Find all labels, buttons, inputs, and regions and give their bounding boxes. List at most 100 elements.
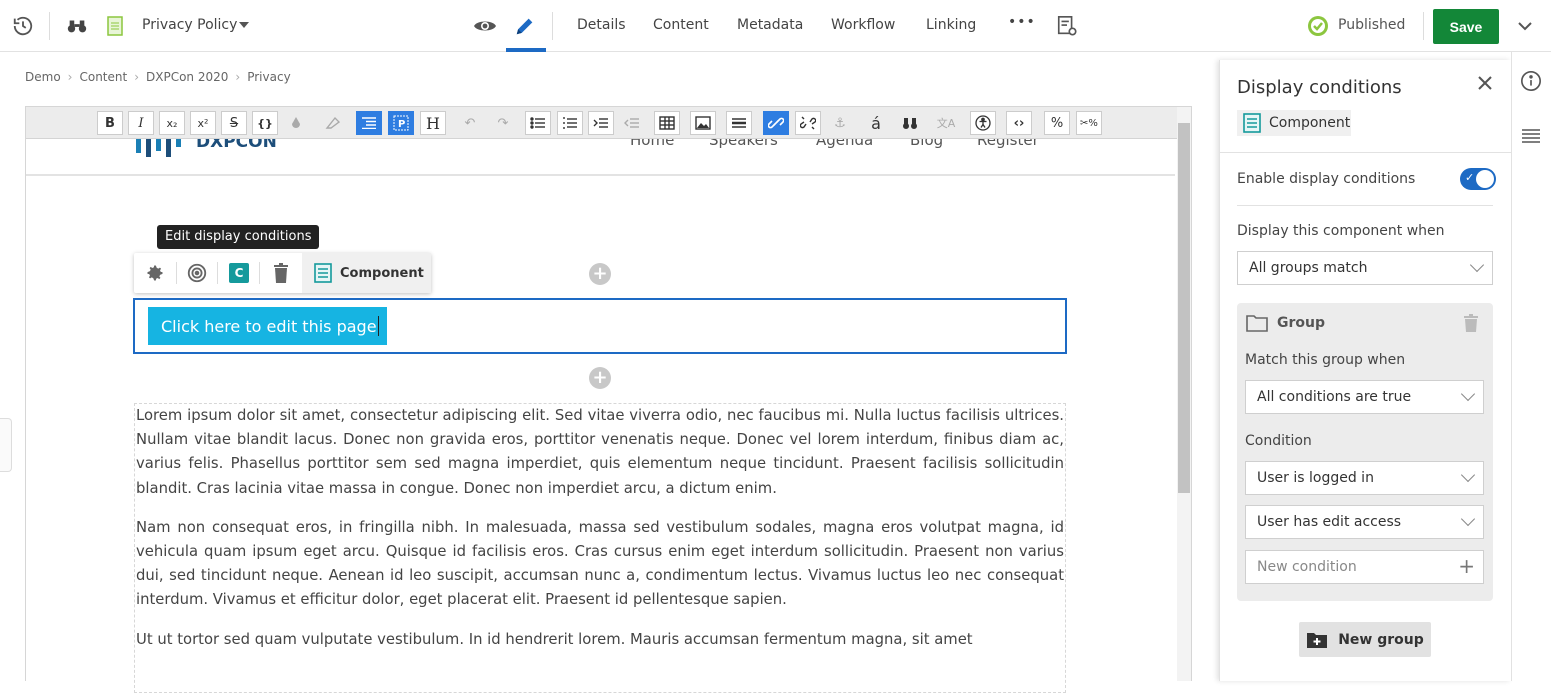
tab-linking[interactable]: Linking: [926, 17, 976, 33]
component-badge[interactable]: C: [227, 261, 251, 285]
anchor-icon[interactable]: ⚓: [827, 111, 853, 135]
editor-scrollbar-thumb[interactable]: [1178, 123, 1190, 493]
horizontal-rule-icon[interactable]: [726, 111, 752, 135]
clear-format-icon[interactable]: [320, 111, 346, 135]
page-settings-icon[interactable]: [1055, 14, 1079, 38]
percent-button[interactable]: %: [1044, 111, 1070, 135]
component-label[interactable]: Component: [302, 253, 431, 293]
subscript-button[interactable]: x₂: [159, 111, 185, 135]
site-nav-item[interactable]: Speakers: [709, 139, 778, 149]
add-component-icon[interactable]: +: [589, 367, 611, 389]
delete-group-icon[interactable]: [1464, 314, 1478, 336]
edit-pencil-icon[interactable]: [513, 14, 537, 38]
breadcrumb-item[interactable]: DXPCon 2020: [146, 70, 228, 84]
superscript-button[interactable]: x²: [190, 111, 216, 135]
indent-icon[interactable]: [588, 111, 614, 135]
new-group-button[interactable]: New group: [1299, 622, 1431, 657]
cta-button-label: Click here to edit this page: [161, 316, 377, 336]
enable-display-conditions-label: Enable display conditions: [1237, 171, 1416, 187]
tooltip: Edit display conditions: [157, 225, 320, 249]
chevron-down-icon: [1460, 386, 1476, 402]
info-icon[interactable]: [1520, 70, 1542, 96]
code-button[interactable]: {}: [252, 111, 278, 135]
component-doc-icon: [1243, 113, 1261, 133]
tab-content[interactable]: Content: [653, 17, 709, 33]
site-nav-item[interactable]: Register: [977, 139, 1039, 149]
folder-icon: [1246, 314, 1268, 336]
divider: [217, 262, 218, 284]
binoculars-icon[interactable]: [65, 14, 89, 38]
site-logo: DXPCON: [136, 139, 277, 159]
new-condition-input[interactable]: New condition +: [1245, 550, 1484, 584]
cut-percent-button[interactable]: ✂%: [1076, 111, 1102, 135]
list-icon[interactable]: [1521, 128, 1541, 148]
close-icon[interactable]: [1476, 74, 1496, 94]
tab-workflow[interactable]: Workflow: [831, 17, 895, 33]
chevron-down-icon: [1460, 467, 1476, 483]
add-component-icon[interactable]: +: [589, 263, 611, 285]
link-icon[interactable]: [763, 111, 789, 135]
enable-display-conditions-toggle[interactable]: ✓: [1460, 168, 1496, 190]
source-code-icon[interactable]: ‹›: [1006, 111, 1032, 135]
display-when-select[interactable]: All groups match: [1237, 251, 1493, 285]
strikethrough-button[interactable]: S: [221, 111, 247, 135]
breadcrumb-item[interactable]: Content: [79, 70, 127, 84]
logo-bars-icon: [136, 139, 181, 157]
gear-icon[interactable]: [143, 261, 167, 285]
condition-value: User has edit access: [1257, 514, 1402, 530]
plus-icon[interactable]: +: [1458, 554, 1475, 578]
paragraph: Lorem ipsum dolor sit amet, consectetur …: [136, 407, 1064, 497]
table-icon[interactable]: [654, 111, 680, 135]
chevron-down-icon[interactable]: [1513, 14, 1537, 38]
site-nav-item[interactable]: Home: [630, 139, 674, 149]
outdent-icon[interactable]: [619, 111, 645, 135]
numbered-list-icon[interactable]: [557, 111, 583, 135]
color-drop-icon[interactable]: [283, 111, 309, 135]
check-icon: ✓: [1465, 171, 1475, 184]
condition-select-edit-access[interactable]: User has edit access: [1245, 505, 1484, 539]
tab-details[interactable]: Details: [577, 17, 626, 33]
match-group-value: All conditions are true: [1257, 389, 1412, 405]
bold-button[interactable]: B: [97, 111, 123, 135]
condition-value: User is logged in: [1257, 470, 1374, 486]
more-menu-button[interactable]: •••: [1008, 14, 1036, 30]
breadcrumb: Demo › Content › DXPCon 2020 › Privacy: [25, 70, 291, 84]
new-group-label: New group: [1338, 631, 1424, 648]
collapse-left-handle[interactable]: [0, 418, 12, 472]
breadcrumb-item[interactable]: Privacy: [247, 70, 290, 84]
image-icon[interactable]: [690, 111, 716, 135]
accessibility-icon[interactable]: [970, 111, 996, 135]
special-character-button[interactable]: á: [863, 111, 889, 135]
breadcrumb-separator-icon: ›: [134, 70, 140, 84]
caret-down-icon[interactable]: [239, 22, 249, 28]
tab-metadata[interactable]: Metadata: [737, 17, 803, 33]
text-component[interactable]: Lorem ipsum dolor sit amet, consectetur …: [134, 403, 1066, 693]
match-group-select[interactable]: All conditions are true: [1245, 380, 1484, 414]
preview-eye-icon[interactable]: [473, 14, 497, 38]
site-nav-item[interactable]: Blog: [910, 139, 943, 149]
history-icon[interactable]: [11, 14, 35, 38]
rich-text-toolbar: B I x₂ x² S {} P H ↶ ↷ ⚓ á 文A ‹› % ✂%: [26, 107, 1191, 139]
align-indent-icon[interactable]: [356, 111, 382, 135]
bullet-list-icon[interactable]: [525, 111, 551, 135]
breadcrumb-item[interactable]: Demo: [25, 70, 61, 84]
condition-select-logged-in[interactable]: User is logged in: [1245, 461, 1484, 495]
new-folder-icon: [1307, 632, 1328, 648]
find-replace-icon[interactable]: [897, 111, 923, 135]
unlink-icon[interactable]: [795, 111, 821, 135]
paragraph-format-icon[interactable]: P: [388, 111, 414, 135]
cta-button[interactable]: Click here to edit this page: [148, 307, 387, 345]
translate-icon[interactable]: 文A: [933, 111, 959, 135]
site-nav-item[interactable]: Agenda: [816, 139, 873, 149]
target-icon[interactable]: [185, 261, 209, 285]
italic-button[interactable]: I: [128, 111, 154, 135]
divider: [259, 262, 260, 284]
heading-button[interactable]: H: [420, 111, 446, 135]
undo-icon[interactable]: ↶: [457, 111, 483, 135]
trash-icon[interactable]: [269, 261, 293, 285]
redo-icon[interactable]: ↷: [490, 111, 516, 135]
divider: [1220, 152, 1512, 153]
logo-text: DXPCON: [196, 139, 277, 152]
document-title[interactable]: Privacy Policy: [142, 17, 237, 33]
save-button[interactable]: Save: [1433, 9, 1499, 44]
